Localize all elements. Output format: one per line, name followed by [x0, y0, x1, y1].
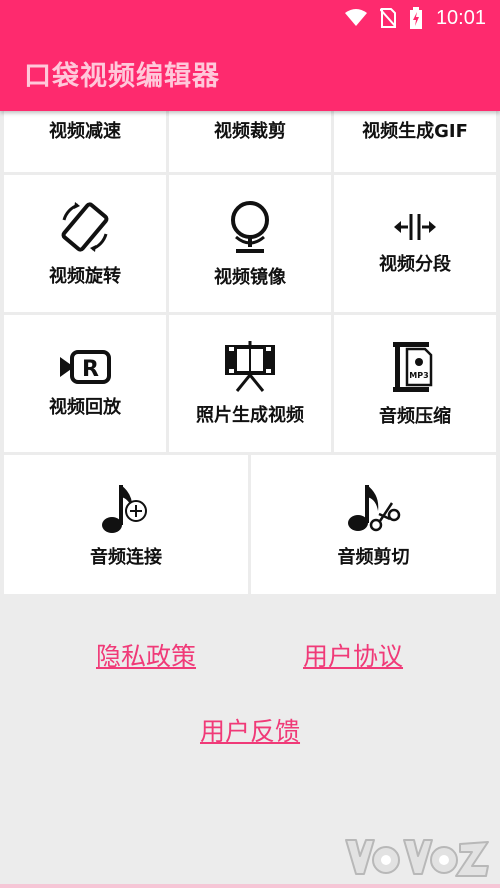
- svg-text:R: R: [82, 357, 99, 382]
- watermark-logo: [342, 830, 494, 882]
- replay-icon: R: [58, 349, 112, 385]
- privacy-policy-link[interactable]: 隐私政策: [96, 637, 196, 673]
- film-projector-icon: [223, 340, 277, 393]
- no-sim-icon: [379, 8, 396, 28]
- tool-label: 视频回放: [49, 396, 121, 418]
- status-time: 10:01: [435, 6, 486, 29]
- app-bar: 10:01 口袋视频编辑器: [0, 0, 500, 111]
- tool-label: 视频镜像: [214, 266, 286, 288]
- user-feedback-link[interactable]: 用户反馈: [200, 712, 300, 748]
- tool-label: 音频剪切: [337, 546, 410, 568]
- tool-audio-cut[interactable]: 音频剪切: [251, 455, 496, 594]
- svg-text:MP3: MP3: [409, 371, 428, 380]
- music-note-cut-icon: [346, 481, 402, 535]
- bottom-accent-line: [0, 884, 500, 888]
- tool-label: 视频旋转: [49, 265, 121, 287]
- tool-label: 视频分段: [379, 253, 451, 275]
- tool-video-slow[interactable]: 视频减速: [4, 111, 166, 172]
- split-icon: [393, 212, 437, 242]
- tool-audio-compress[interactable]: MP3 音频压缩: [334, 315, 496, 452]
- tool-photo-to-video[interactable]: 照片生成视频: [169, 315, 331, 452]
- tool-video-crop[interactable]: 视频裁剪: [169, 111, 331, 172]
- tool-label: 视频减速: [49, 121, 121, 142]
- status-bar: 10:01: [0, 0, 500, 36]
- tool-video-split[interactable]: 视频分段: [334, 175, 496, 312]
- tool-label: 照片生成视频: [196, 404, 304, 426]
- tool-video-mirror[interactable]: 视频镜像: [169, 175, 331, 312]
- tool-label: 音频连接: [90, 546, 162, 568]
- battery-charging-icon: [409, 7, 423, 29]
- tool-video-rotate[interactable]: 视频旋转: [4, 175, 166, 312]
- tool-label: 视频生成GIF: [362, 121, 468, 142]
- wifi-icon: [344, 9, 367, 27]
- app-title: 口袋视频编辑器: [24, 61, 220, 92]
- tool-audio-join[interactable]: 音频连接: [4, 455, 248, 594]
- tool-video-gif[interactable]: 视频生成GIF: [334, 111, 496, 172]
- mirror-icon: [226, 199, 274, 255]
- tool-grid: 视频减速 视频裁剪 视频生成GIF 视频旋转 视频镜像 视频分段 R 视频回放 …: [4, 111, 496, 594]
- rotate-device-icon: [58, 200, 112, 254]
- music-note-add-icon: [100, 481, 152, 535]
- tool-label: 音频压缩: [379, 405, 451, 427]
- user-agreement-link[interactable]: 用户协议: [303, 637, 403, 673]
- tool-video-replay[interactable]: R 视频回放: [4, 315, 166, 452]
- mp3-compress-icon: MP3: [391, 340, 439, 394]
- tool-label: 视频裁剪: [214, 121, 286, 142]
